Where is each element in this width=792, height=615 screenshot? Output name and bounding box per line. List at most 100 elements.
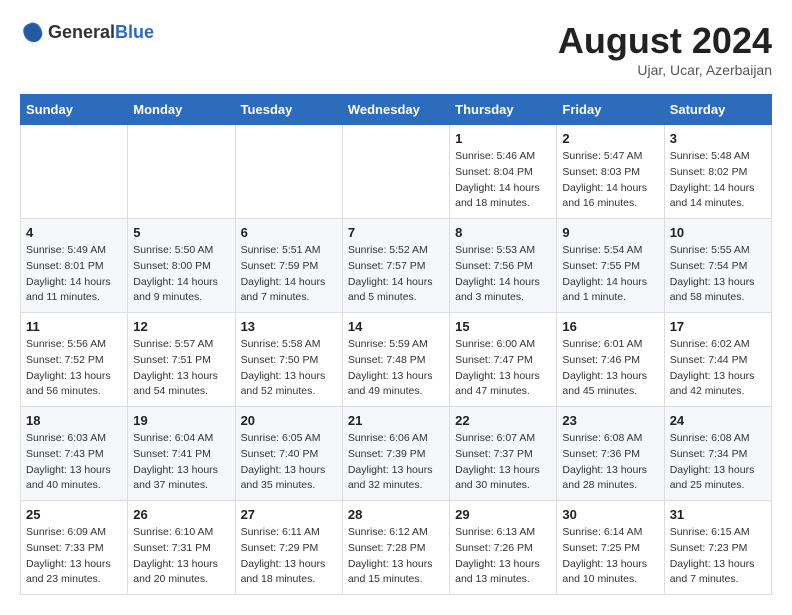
calendar-cell: 4 Sunrise: 5:49 AM Sunset: 8:01 PM Daylig…: [21, 219, 128, 313]
calendar-cell: 5 Sunrise: 5:50 AM Sunset: 8:00 PM Daylig…: [128, 219, 235, 313]
calendar-cell: 30 Sunrise: 6:14 AM Sunset: 7:25 PM Dayli…: [557, 501, 664, 595]
day-info: Sunrise: 5:48 AM Sunset: 8:02 PM Dayligh…: [670, 149, 766, 212]
day-number: 31: [670, 507, 766, 522]
week-row-3: 11Sunrise: 5:56 AM Sunset: 7:52 PM Dayli…: [21, 313, 772, 407]
day-info: Sunrise: 6:05 AM Sunset: 7:40 PM Dayligh…: [241, 431, 337, 494]
day-info: Sunrise: 6:00 AM Sunset: 7:47 PM Dayligh…: [455, 337, 551, 400]
calendar-cell: 20 Sunrise: 6:05 AM Sunset: 7:40 PM Dayli…: [235, 407, 342, 501]
day-info: Sunrise: 6:08 AM Sunset: 7:36 PM Dayligh…: [562, 431, 658, 494]
day-number: 12: [133, 319, 229, 334]
calendar-cell: 9 Sunrise: 5:54 AM Sunset: 7:55 PM Daylig…: [557, 219, 664, 313]
day-info: Sunrise: 6:13 AM Sunset: 7:26 PM Dayligh…: [455, 525, 551, 588]
calendar-cell: 11Sunrise: 5:56 AM Sunset: 7:52 PM Dayli…: [21, 313, 128, 407]
day-info: Sunrise: 5:53 AM Sunset: 7:56 PM Dayligh…: [455, 243, 551, 306]
title-area: August 2024 Ujar, Ucar, Azerbaijan: [558, 20, 772, 78]
day-info: Sunrise: 5:54 AM Sunset: 7:55 PM Dayligh…: [562, 243, 658, 306]
day-number: 17: [670, 319, 766, 334]
header-day-tuesday: Tuesday: [235, 95, 342, 125]
day-number: 11: [26, 319, 122, 334]
calendar-cell: 16 Sunrise: 6:01 AM Sunset: 7:46 PM Dayli…: [557, 313, 664, 407]
calendar-cell: 28Sunrise: 6:12 AM Sunset: 7:28 PM Dayli…: [342, 501, 449, 595]
header-day-saturday: Saturday: [664, 95, 771, 125]
calendar-cell: 15Sunrise: 6:00 AM Sunset: 7:47 PM Dayli…: [450, 313, 557, 407]
day-info: Sunrise: 6:06 AM Sunset: 7:39 PM Dayligh…: [348, 431, 444, 494]
day-info: Sunrise: 6:03 AM Sunset: 7:43 PM Dayligh…: [26, 431, 122, 494]
calendar-cell: 25 Sunrise: 6:09 AM Sunset: 7:33 PM Dayli…: [21, 501, 128, 595]
logo: GeneralBlue: [20, 20, 154, 44]
day-number: 30: [562, 507, 658, 522]
day-number: 5: [133, 225, 229, 240]
day-info: Sunrise: 5:52 AM Sunset: 7:57 PM Dayligh…: [348, 243, 444, 306]
calendar-cell: [235, 125, 342, 219]
day-number: 26: [133, 507, 229, 522]
day-number: 24: [670, 413, 766, 428]
day-number: 6: [241, 225, 337, 240]
day-info: Sunrise: 6:02 AM Sunset: 7:44 PM Dayligh…: [670, 337, 766, 400]
day-info: Sunrise: 6:08 AM Sunset: 7:34 PM Dayligh…: [670, 431, 766, 494]
day-info: Sunrise: 6:01 AM Sunset: 7:46 PM Dayligh…: [562, 337, 658, 400]
calendar-cell: 6 Sunrise: 5:51 AM Sunset: 7:59 PM Daylig…: [235, 219, 342, 313]
day-info: Sunrise: 6:07 AM Sunset: 7:37 PM Dayligh…: [455, 431, 551, 494]
day-number: 19: [133, 413, 229, 428]
day-info: Sunrise: 5:58 AM Sunset: 7:50 PM Dayligh…: [241, 337, 337, 400]
calendar-cell: 29 Sunrise: 6:13 AM Sunset: 7:26 PM Dayli…: [450, 501, 557, 595]
day-info: Sunrise: 6:14 AM Sunset: 7:25 PM Dayligh…: [562, 525, 658, 588]
calendar-table: SundayMondayTuesdayWednesdayThursdayFrid…: [20, 94, 772, 595]
calendar-cell: 17 Sunrise: 6:02 AM Sunset: 7:44 PM Dayli…: [664, 313, 771, 407]
day-info: Sunrise: 5:49 AM Sunset: 8:01 PM Dayligh…: [26, 243, 122, 306]
calendar-cell: [21, 125, 128, 219]
day-number: 21: [348, 413, 444, 428]
day-info: Sunrise: 5:47 AM Sunset: 8:03 PM Dayligh…: [562, 149, 658, 212]
calendar-cell: [128, 125, 235, 219]
calendar-cell: 21 Sunrise: 6:06 AM Sunset: 7:39 PM Dayli…: [342, 407, 449, 501]
day-info: Sunrise: 6:04 AM Sunset: 7:41 PM Dayligh…: [133, 431, 229, 494]
calendar-cell: [342, 125, 449, 219]
logo-blue: Blue: [115, 22, 154, 42]
day-number: 3: [670, 131, 766, 146]
day-info: Sunrise: 5:51 AM Sunset: 7:59 PM Dayligh…: [241, 243, 337, 306]
week-row-4: 18 Sunrise: 6:03 AM Sunset: 7:43 PM Dayli…: [21, 407, 772, 501]
day-info: Sunrise: 5:59 AM Sunset: 7:48 PM Dayligh…: [348, 337, 444, 400]
week-row-5: 25 Sunrise: 6:09 AM Sunset: 7:33 PM Dayli…: [21, 501, 772, 595]
header-day-friday: Friday: [557, 95, 664, 125]
day-number: 20: [241, 413, 337, 428]
calendar-cell: 1 Sunrise: 5:46 AM Sunset: 8:04 PM Daylig…: [450, 125, 557, 219]
logo-icon: [20, 20, 44, 44]
calendar-cell: 19 Sunrise: 6:04 AM Sunset: 7:41 PM Dayli…: [128, 407, 235, 501]
day-info: Sunrise: 6:10 AM Sunset: 7:31 PM Dayligh…: [133, 525, 229, 588]
day-number: 18: [26, 413, 122, 428]
calendar-cell: 10Sunrise: 5:55 AM Sunset: 7:54 PM Dayli…: [664, 219, 771, 313]
day-info: Sunrise: 5:57 AM Sunset: 7:51 PM Dayligh…: [133, 337, 229, 400]
day-info: Sunrise: 5:46 AM Sunset: 8:04 PM Dayligh…: [455, 149, 551, 212]
day-number: 16: [562, 319, 658, 334]
day-number: 9: [562, 225, 658, 240]
calendar-header: SundayMondayTuesdayWednesdayThursdayFrid…: [21, 95, 772, 125]
day-number: 13: [241, 319, 337, 334]
header-row: SundayMondayTuesdayWednesdayThursdayFrid…: [21, 95, 772, 125]
calendar-cell: 18 Sunrise: 6:03 AM Sunset: 7:43 PM Dayli…: [21, 407, 128, 501]
day-info: Sunrise: 5:50 AM Sunset: 8:00 PM Dayligh…: [133, 243, 229, 306]
day-number: 29: [455, 507, 551, 522]
day-info: Sunrise: 6:15 AM Sunset: 7:23 PM Dayligh…: [670, 525, 766, 588]
day-number: 25: [26, 507, 122, 522]
day-number: 28: [348, 507, 444, 522]
calendar-cell: 2Sunrise: 5:47 AM Sunset: 8:03 PM Daylig…: [557, 125, 664, 219]
day-number: 1: [455, 131, 551, 146]
week-row-2: 4 Sunrise: 5:49 AM Sunset: 8:01 PM Daylig…: [21, 219, 772, 313]
day-number: 27: [241, 507, 337, 522]
calendar-body: 1 Sunrise: 5:46 AM Sunset: 8:04 PM Daylig…: [21, 125, 772, 595]
day-number: 4: [26, 225, 122, 240]
day-number: 7: [348, 225, 444, 240]
day-info: Sunrise: 5:55 AM Sunset: 7:54 PM Dayligh…: [670, 243, 766, 306]
location: Ujar, Ucar, Azerbaijan: [558, 62, 772, 78]
calendar-cell: 8 Sunrise: 5:53 AM Sunset: 7:56 PM Daylig…: [450, 219, 557, 313]
calendar-cell: 26 Sunrise: 6:10 AM Sunset: 7:31 PM Dayli…: [128, 501, 235, 595]
day-number: 8: [455, 225, 551, 240]
header-day-monday: Monday: [128, 95, 235, 125]
calendar-cell: 31 Sunrise: 6:15 AM Sunset: 7:23 PM Dayli…: [664, 501, 771, 595]
header: GeneralBlue August 2024 Ujar, Ucar, Azer…: [20, 20, 772, 78]
calendar-cell: 13 Sunrise: 5:58 AM Sunset: 7:50 PM Dayli…: [235, 313, 342, 407]
day-info: Sunrise: 6:09 AM Sunset: 7:33 PM Dayligh…: [26, 525, 122, 588]
calendar-cell: 23Sunrise: 6:08 AM Sunset: 7:36 PM Dayli…: [557, 407, 664, 501]
month-year: August 2024: [558, 20, 772, 62]
